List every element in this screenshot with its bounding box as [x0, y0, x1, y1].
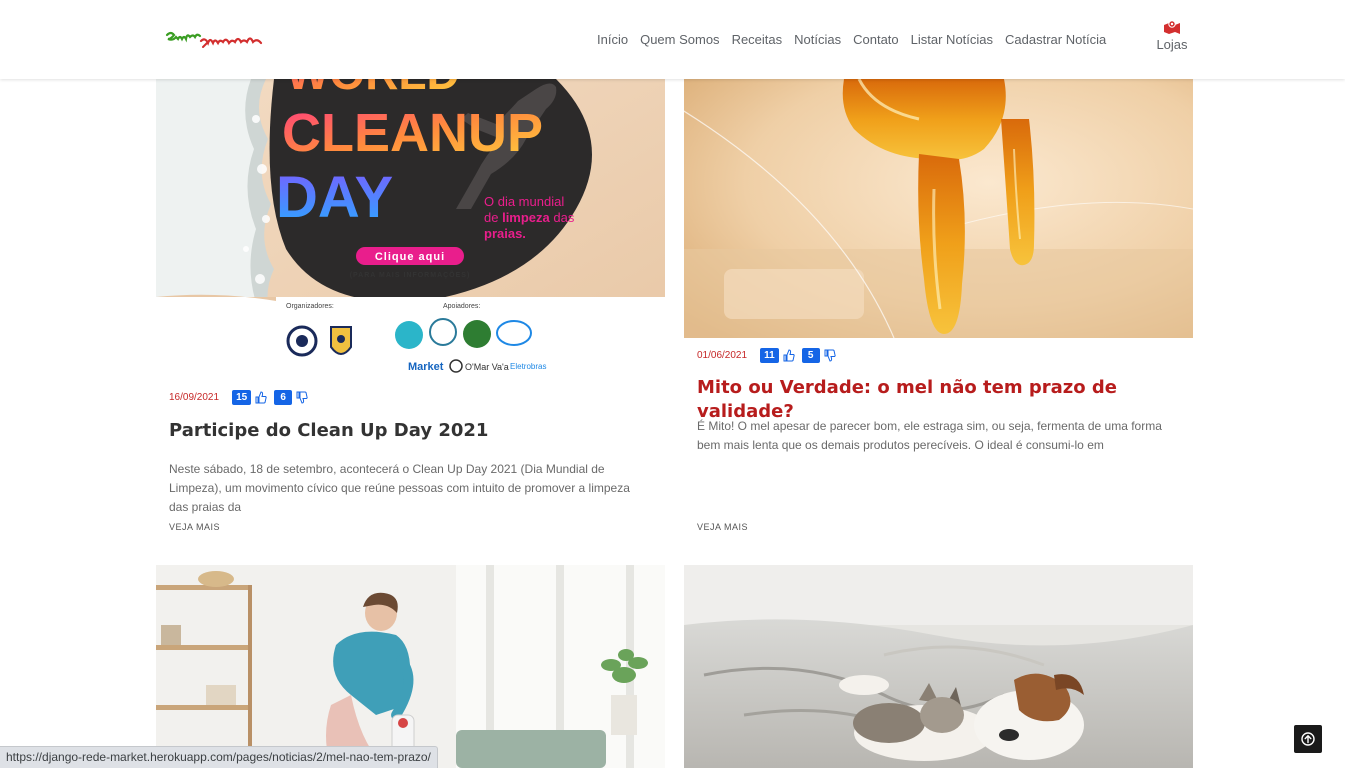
poster-headline-1: WORLD [286, 79, 460, 99]
nav-link-receitas[interactable]: Receitas [726, 31, 789, 49]
news-date: 01/06/2021 [697, 350, 748, 361]
news-excerpt: Neste sábado, 18 de setembro, acontecerá… [169, 462, 630, 514]
news-image-honey[interactable] [684, 79, 1193, 338]
dislike-count-badge: 5 [801, 348, 820, 363]
scroll-to-top-button[interactable] [1294, 725, 1322, 753]
poster-cta-sub: (PARA MAIS INFORMAÇÕES) [350, 270, 471, 279]
poster-tagline-2: de limpeza das [484, 210, 575, 225]
news-card [156, 565, 665, 768]
news-title[interactable]: Participe do Clean Up Day 2021 [169, 419, 649, 443]
news-card [684, 565, 1193, 768]
news-card: 01/06/2021 11 5 Mito ou Verdade: o mel n… [684, 79, 1193, 549]
thumbs-up-icon[interactable] [255, 391, 267, 404]
thumbs-down-icon[interactable] [824, 349, 836, 362]
sponsor-2: O'Mar Va'a [465, 362, 509, 372]
nav-link-inicio[interactable]: Início [591, 31, 634, 49]
brand-logo[interactable] [165, 27, 265, 53]
poster-headline-3: DAY [276, 165, 393, 230]
map-icon [1164, 20, 1180, 34]
nav-link-contato[interactable]: Contato [847, 31, 905, 49]
poster-tagline-1: O dia mundial [484, 194, 564, 209]
like-count-badge: 11 [760, 348, 779, 363]
sponsor-3: Eletrobras [510, 362, 546, 371]
nav-link-cadastrar-noticia[interactable]: Cadastrar Notícia [999, 31, 1112, 49]
browser-status-bar: https://django-rede-market.herokuapp.com… [0, 746, 438, 768]
arrow-up-circle-icon [1301, 732, 1315, 746]
nav-link-listar-noticias[interactable]: Listar Notícias [905, 31, 999, 49]
news-meta: 01/06/2021 11 5 [697, 348, 843, 363]
honey-photo [684, 79, 1193, 338]
thumbs-down-icon[interactable] [296, 391, 308, 404]
read-more-link[interactable]: VEJA MAIS [697, 522, 748, 532]
sponsor-1: Market [408, 361, 444, 373]
pets-photo [684, 565, 1193, 768]
stores-link[interactable]: Lojas [1153, 20, 1191, 52]
news-excerpt: É Mito! O mel apesar de parecer bom, ele… [697, 419, 1162, 452]
news-card: WORLD CLEANUP DAY O dia mundial de limpe… [156, 79, 665, 549]
nav-menu: Início Quem Somos Receitas Notícias Cont… [591, 31, 1112, 49]
poster-supporters: Apoiadores: [443, 303, 480, 310]
poster-cta: Clique aqui [375, 251, 445, 263]
like-count-badge: 15 [232, 390, 252, 405]
cleaning-photo [156, 565, 665, 768]
nav-link-noticias[interactable]: Notícias [788, 31, 847, 49]
cleanup-poster: WORLD CLEANUP DAY O dia mundial de limpe… [156, 79, 665, 379]
news-image-cleaning[interactable] [156, 565, 665, 768]
news-image-cleanup[interactable]: WORLD CLEANUP DAY O dia mundial de limpe… [156, 79, 665, 379]
news-date: 16/09/2021 [169, 392, 220, 403]
poster-tagline-3: praias. [484, 226, 526, 241]
news-meta: 16/09/2021 15 6 [169, 390, 315, 405]
stores-label: Lojas [1156, 37, 1188, 52]
thumbs-up-icon[interactable] [783, 349, 795, 362]
navbar: Início Quem Somos Receitas Notícias Cont… [0, 0, 1345, 79]
poster-organizers: Organizadores: [286, 303, 334, 310]
read-more-link[interactable]: VEJA MAIS [169, 522, 220, 532]
news-image-pets[interactable] [684, 565, 1193, 768]
nav-link-quem-somos[interactable]: Quem Somos [634, 31, 725, 49]
poster-headline-2: CLEANUP [282, 103, 543, 163]
dislike-count-badge: 6 [274, 390, 293, 405]
